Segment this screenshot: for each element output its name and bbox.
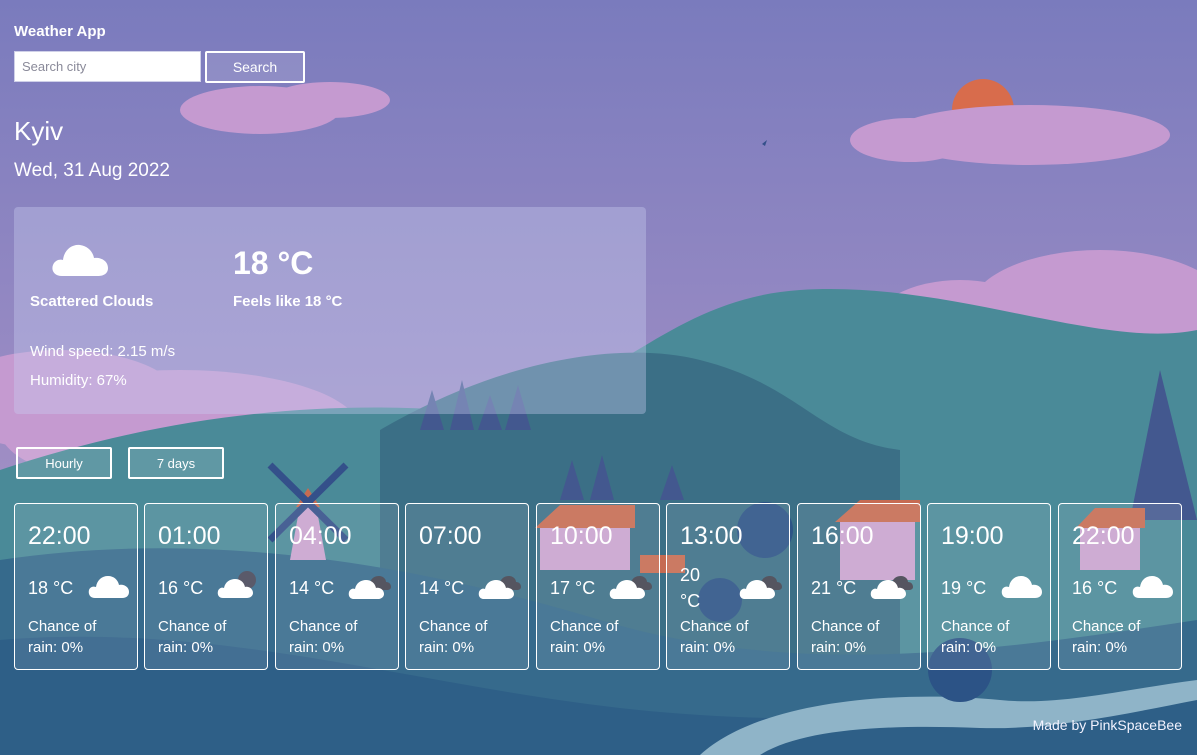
hourly-temp: 14 °C [289,578,335,598]
search-button[interactable]: Search [205,51,305,83]
hourly-rain-chance: Chance of rain: 0% [680,618,749,656]
hourly-rain-chance: Chance of rain: 0% [811,618,880,656]
broken-clouds-icon [870,576,913,599]
hourly-card: 01:00 16 °C Chance of rain: 0% [144,503,268,670]
footer-credit[interactable]: Made by PinkSpaceBee [1033,717,1182,733]
hourly-time: 19:00 [941,522,1004,550]
hourly-card: 10:00 17 °C Chance of rain: 0% [536,503,660,670]
current-date: Wed, 31 Aug 2022 [14,160,170,181]
hourly-rain-chance: Chance of rain: 0% [289,618,358,656]
hourly-time: 10:00 [550,522,613,550]
hourly-rain-chance: Chance of rain: 0% [941,618,1010,656]
hourly-temp: 17 °C [550,578,596,598]
weather-description: Scattered Clouds [30,293,154,310]
hourly-rain-chance: Chance of rain: 0% [550,618,619,656]
current-weather-card: Scattered Clouds 18 °C Feels like 18 °C … [14,207,646,414]
hourly-forecast: 22:00 18 °C Chance of rain: 0% 01:00 16 … [14,503,1184,671]
hourly-card: 19:00 19 °C Chance of rain: 0% [927,503,1051,670]
humidity: Humidity: 67% [30,372,127,389]
cloud-icon [52,244,108,276]
cloud-icon [1001,576,1042,598]
hourly-card: 13:00 20 °C Chance of rain: 0% [666,503,790,670]
hourly-rain-chance: Chance of rain: 0% [1072,618,1141,656]
hourly-time: 16:00 [811,522,874,550]
broken-clouds-icon [609,576,652,599]
tab-7-days[interactable]: 7 days [128,447,224,479]
hourly-card: 07:00 14 °C Chance of rain: 0% [405,503,529,670]
cloud-icon [88,576,129,598]
hourly-time: 22:00 [28,522,91,550]
hourly-card: 16:00 21 °C Chance of rain: 0% [797,503,921,670]
hourly-temp: 18 °C [28,578,74,598]
wind-speed: Wind speed: 2.15 m/s [30,343,176,360]
hourly-time: 04:00 [289,522,352,550]
current-temperature: 18 °C [233,245,314,281]
hourly-temp: 16 °C [1072,578,1118,598]
hourly-time: 07:00 [419,522,482,550]
app-title: Weather App [14,23,106,40]
hourly-temp: 16 °C [158,578,204,598]
cloud-moon-icon [217,571,256,598]
broken-clouds-icon [739,576,782,599]
hourly-time: 22:00 [1072,522,1135,550]
hourly-temp: 20 °C [680,565,701,611]
feels-like: Feels like 18 °C [233,293,343,310]
hourly-time: 01:00 [158,522,221,550]
hourly-rain-chance: Chance of rain: 0% [419,618,488,656]
hourly-card: 22:00 16 °C Chance of rain: 0% [1058,503,1182,670]
search-input[interactable] [14,51,201,82]
city-name: Kyiv [14,116,64,146]
tab-hourly[interactable]: Hourly [16,447,112,479]
hourly-card: 22:00 18 °C Chance of rain: 0% [14,503,138,670]
hourly-temp: 19 °C [941,578,987,598]
hourly-temp: 14 °C [419,578,465,598]
hourly-rain-chance: Chance of rain: 0% [158,618,227,656]
hourly-rain-chance: Chance of rain: 0% [28,618,97,656]
hourly-temp: 21 °C [811,578,857,598]
hourly-time: 13:00 [680,522,743,550]
broken-clouds-icon [348,576,391,599]
hourly-card: 04:00 14 °C Chance of rain: 0% [275,503,399,670]
broken-clouds-icon [478,576,521,599]
cloud-icon [1132,576,1173,598]
